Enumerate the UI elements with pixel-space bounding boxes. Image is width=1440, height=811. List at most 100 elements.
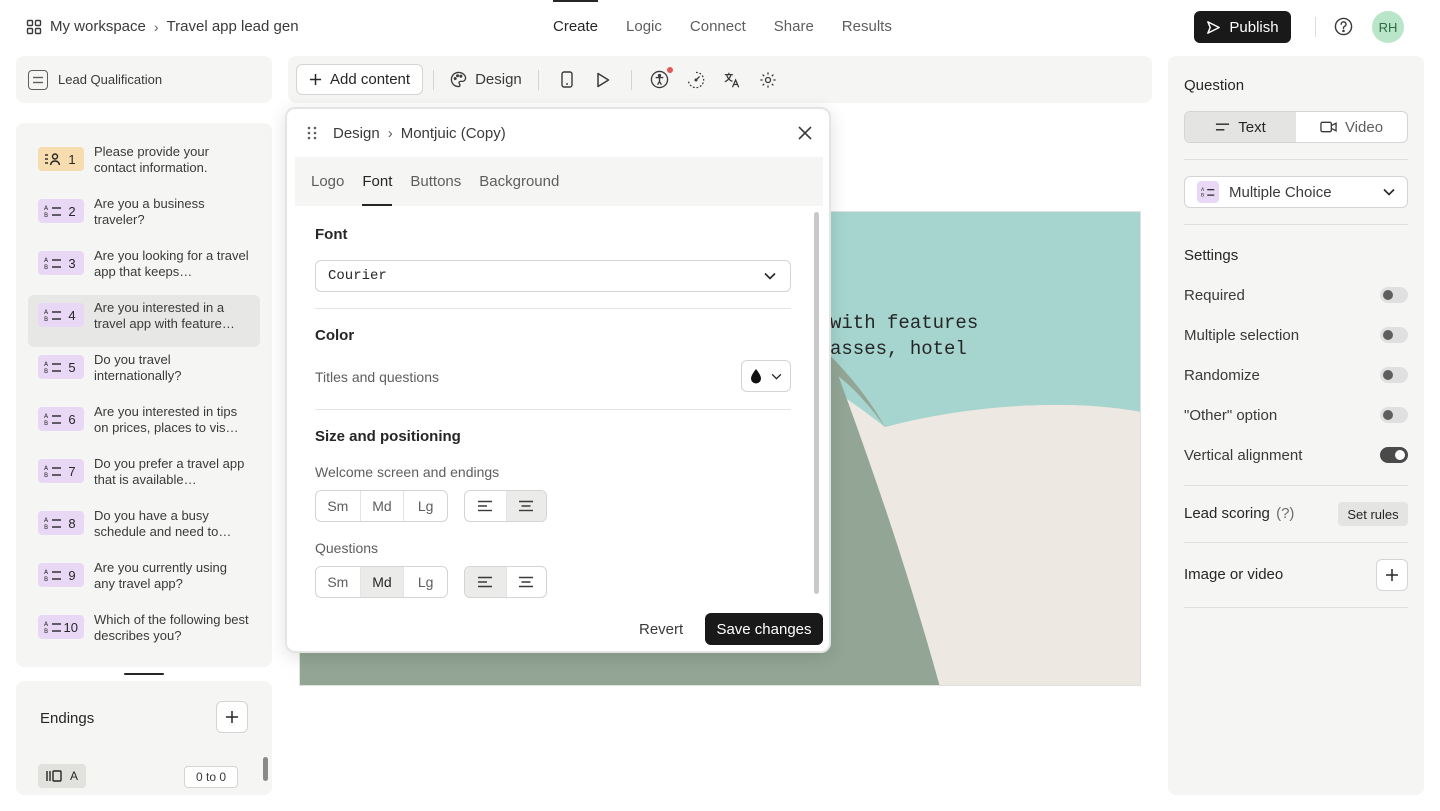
randomize-toggle[interactable] xyxy=(1380,367,1408,383)
modal-scrollbar[interactable] xyxy=(814,212,819,594)
setting-vertical-alignment: Vertical alignment xyxy=(1184,445,1408,465)
modal-breadcrumb-design[interactable]: Design xyxy=(333,125,380,142)
questions-size-lg[interactable]: Lg xyxy=(403,567,447,597)
modal-theme-name: Montjuic (Copy) xyxy=(400,124,506,142)
editor-toolbar: Add content Design xyxy=(288,56,1152,103)
questions-size-segmented: Sm Md Lg xyxy=(315,566,448,598)
help-icon[interactable] xyxy=(1334,17,1353,36)
setting-label: Required xyxy=(1184,286,1245,304)
breadcrumb-project[interactable]: Travel app lead gen xyxy=(167,18,299,35)
design-button[interactable]: Design xyxy=(444,71,528,88)
lead-scoring-help[interactable]: (?) xyxy=(1276,505,1294,522)
preview-question-text: with features asses, hotel xyxy=(830,312,979,360)
tab-font[interactable]: Font xyxy=(362,157,393,206)
loading-speed-icon[interactable] xyxy=(686,70,706,90)
design-modal-body: Font Courier Color Titles and questions … xyxy=(295,206,823,605)
question-item-7[interactable]: AB 7 Do you prefer a travel app that is … xyxy=(28,451,260,503)
welcome-alignment-segmented xyxy=(464,490,547,522)
play-preview-icon[interactable] xyxy=(593,70,613,90)
mobile-preview-icon[interactable] xyxy=(557,70,577,90)
multiple-choice-badge: AB 2 xyxy=(38,199,84,223)
align-center-button[interactable] xyxy=(505,491,546,521)
avatar[interactable]: RH xyxy=(1372,11,1404,43)
required-toggle[interactable] xyxy=(1380,287,1408,303)
multiple-choice-icon: AB xyxy=(44,257,61,270)
welcome-size-lg[interactable]: Lg xyxy=(403,491,447,521)
section-divider xyxy=(315,409,791,410)
section-divider xyxy=(1184,224,1408,225)
multiple-choice-badge: AB 9 xyxy=(38,563,84,587)
translate-icon[interactable] xyxy=(722,70,742,90)
question-type-select[interactable]: AB Multiple Choice xyxy=(1184,176,1408,208)
question-number: 7 xyxy=(68,463,76,479)
chevron-right-icon: › xyxy=(153,18,159,35)
text-mode-button[interactable]: Text xyxy=(1185,112,1296,142)
design-modal: Design › Montjuic (Copy) Logo Font Butto… xyxy=(285,107,831,653)
align-center-button[interactable] xyxy=(505,567,547,597)
font-select-value: Courier xyxy=(328,268,387,284)
ending-item-badge[interactable]: A xyxy=(38,764,86,788)
add-media-button[interactable] xyxy=(1376,559,1408,591)
save-changes-button[interactable]: Save changes xyxy=(705,613,823,645)
tab-buttons[interactable]: Buttons xyxy=(410,157,461,206)
panel-resize-handle[interactable] xyxy=(124,673,164,675)
question-item-9[interactable]: AB 9 Are you currently using any travel … xyxy=(28,555,260,607)
ending-score-range[interactable]: 0 to 0 xyxy=(184,766,238,788)
svg-text:A: A xyxy=(44,517,49,524)
tab-results[interactable]: Results xyxy=(842,0,892,54)
question-number: 6 xyxy=(68,411,76,427)
modal-footer: Revert Save changes xyxy=(287,605,829,655)
welcome-size-md[interactable]: Md xyxy=(359,491,404,521)
tab-logic[interactable]: Logic xyxy=(626,0,662,54)
multiple-choice-icon: AB xyxy=(44,205,61,218)
drag-handle-icon[interactable] xyxy=(305,125,319,141)
question-item-8[interactable]: AB 8 Do you have a busy schedule and nee… xyxy=(28,503,260,555)
tab-logo[interactable]: Logo xyxy=(311,157,344,206)
sidebar-scrollbar[interactable] xyxy=(263,757,268,781)
revert-button[interactable]: Revert xyxy=(639,621,683,638)
image-video-label: Image or video xyxy=(1184,566,1284,583)
setting-multiple-selection: Multiple selection xyxy=(1184,325,1408,345)
align-left-button[interactable] xyxy=(465,567,506,597)
form-title-bar[interactable]: Lead Qualification xyxy=(16,56,272,103)
align-left-button[interactable] xyxy=(465,491,506,521)
tab-connect[interactable]: Connect xyxy=(690,0,746,54)
breadcrumb-workspace[interactable]: My workspace xyxy=(50,18,146,35)
tab-background[interactable]: Background xyxy=(479,157,559,206)
questions-size-md[interactable]: Md xyxy=(359,567,404,597)
close-icon[interactable] xyxy=(797,125,813,141)
question-item-3[interactable]: AB 3 Are you looking for a travel app th… xyxy=(28,243,260,295)
vertical-alignment-toggle[interactable] xyxy=(1380,447,1408,463)
font-select[interactable]: Courier xyxy=(315,260,791,292)
svg-text:B: B xyxy=(44,576,48,582)
align-center-icon xyxy=(519,500,534,512)
question-item-5[interactable]: AB 5 Do you travel internationally? xyxy=(28,347,260,399)
design-tabs: Logo Font Buttons Background xyxy=(295,157,823,206)
welcome-size-sm[interactable]: Sm xyxy=(316,491,360,521)
add-content-button[interactable]: Add content xyxy=(296,64,424,95)
section-divider xyxy=(315,308,791,309)
question-item-2[interactable]: AB 2 Are you a business traveler? xyxy=(28,191,260,243)
multiple-choice-badge: AB 5 xyxy=(38,355,84,379)
tab-share[interactable]: Share xyxy=(774,0,814,54)
add-ending-button[interactable] xyxy=(216,701,248,733)
section-divider xyxy=(1184,159,1408,160)
settings-gear-icon[interactable] xyxy=(758,70,778,90)
title-color-picker[interactable] xyxy=(741,360,791,392)
tab-create[interactable]: Create xyxy=(553,0,599,54)
questions-size-sm[interactable]: Sm xyxy=(316,567,360,597)
set-rules-button[interactable]: Set rules xyxy=(1338,502,1408,526)
text-video-toggle: Text Video xyxy=(1184,111,1408,143)
video-mode-button[interactable]: Video xyxy=(1296,112,1407,142)
question-item-4[interactable]: AB 4 Are you interested in a travel app … xyxy=(28,295,260,347)
question-item-6[interactable]: AB 6 Are you interested in tips on price… xyxy=(28,399,260,451)
question-item-10[interactable]: AB 10 Which of the following best descri… xyxy=(28,607,260,659)
multiple-selection-toggle[interactable] xyxy=(1380,327,1408,343)
accessibility-icon[interactable] xyxy=(650,66,673,90)
section-divider xyxy=(1184,542,1408,543)
workspace-grid-icon[interactable] xyxy=(26,19,42,35)
question-item-1[interactable]: 1 Please provide your contact informatio… xyxy=(28,139,260,191)
publish-button[interactable]: Publish xyxy=(1194,11,1291,43)
other-option-toggle[interactable] xyxy=(1380,407,1408,423)
form-icon xyxy=(28,69,48,90)
